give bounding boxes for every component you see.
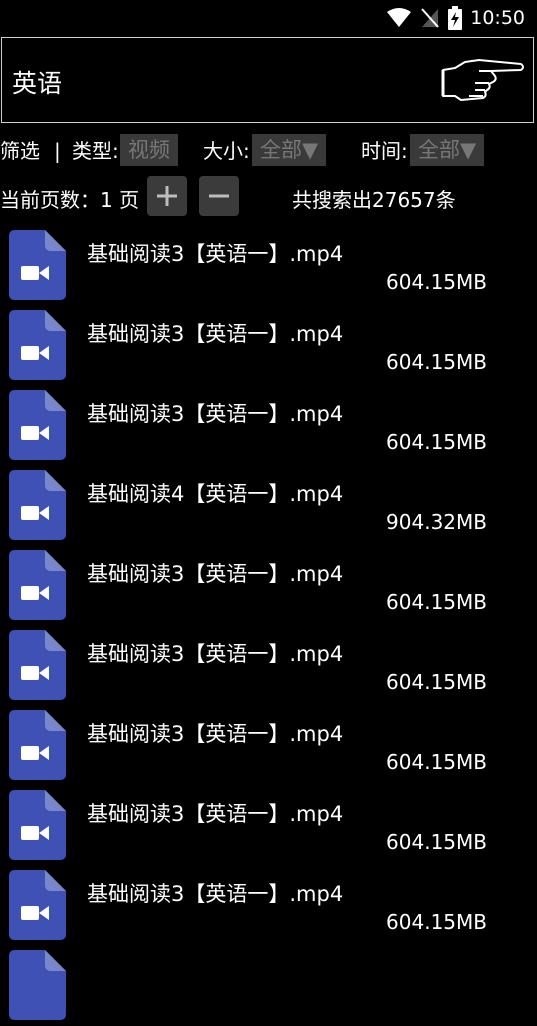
list-item[interactable]: 基础阅读3【英语一】.mp4 604.15MB xyxy=(0,546,537,626)
video-file-icon xyxy=(9,950,66,1020)
file-name: 基础阅读3【英语一】.mp4 xyxy=(87,402,344,426)
file-name: 基础阅读3【英语一】.mp4 xyxy=(87,242,344,266)
video-file-icon xyxy=(9,710,66,780)
list-item[interactable]: 基础阅读3【英语一】.mp4 604.15MB xyxy=(0,626,537,706)
search-query-text[interactable]: 英语 xyxy=(12,64,62,100)
pointing-hand-icon[interactable] xyxy=(439,56,525,104)
file-list: 基础阅读3【英语一】.mp4 604.15MB 基础阅读3【英语一】.mp4 6… xyxy=(0,226,537,1026)
current-page-label: 当前页数：1 页 xyxy=(0,188,140,212)
video-file-icon xyxy=(9,630,66,700)
file-name: 基础阅读3【英语一】.mp4 xyxy=(87,642,344,666)
file-name: 基础阅读3【英语一】.mp4 xyxy=(87,322,344,346)
file-size: 604.15MB xyxy=(386,430,487,454)
file-name: 基础阅读3【英语一】.mp4 xyxy=(87,802,344,826)
type-label: 类型: xyxy=(72,139,119,163)
video-file-icon xyxy=(9,310,66,380)
filter-label: 筛选 xyxy=(0,139,40,163)
size-label: 大小: xyxy=(203,139,250,163)
filter-row: 筛选 | 类型: 视频 大小: 全部▼ 时间: 全部▼ xyxy=(0,134,537,168)
file-size: 604.15MB xyxy=(386,350,487,374)
list-item[interactable] xyxy=(0,946,537,1026)
file-name: 基础阅读3【英语一】.mp4 xyxy=(87,882,344,906)
file-name: 基础阅读3【英语一】.mp4 xyxy=(87,562,344,586)
no-signal-icon xyxy=(421,8,439,28)
video-file-icon xyxy=(9,230,66,300)
list-item[interactable]: 基础阅读3【英语一】.mp4 604.15MB xyxy=(0,866,537,946)
list-item[interactable]: 基础阅读3【英语一】.mp4 604.15MB xyxy=(0,306,537,386)
prev-page-button[interactable] xyxy=(199,176,239,216)
list-item[interactable]: 基础阅读4【英语一】.mp4 904.32MB xyxy=(0,466,537,546)
type-dropdown[interactable]: 视频 xyxy=(120,134,178,166)
video-file-icon xyxy=(9,550,66,620)
list-item[interactable]: 基础阅读3【英语一】.mp4 604.15MB xyxy=(0,786,537,866)
file-name: 基础阅读4【英语一】.mp4 xyxy=(87,482,344,506)
filter-separator: | xyxy=(54,139,61,163)
file-size: 604.15MB xyxy=(386,670,487,694)
list-item[interactable]: 基础阅读3【英语一】.mp4 604.15MB xyxy=(0,226,537,306)
plus-icon xyxy=(157,186,177,206)
pager-row: 当前页数：1 页 共搜索出27657条 xyxy=(0,176,537,218)
file-size: 604.15MB xyxy=(386,910,487,934)
size-dropdown[interactable]: 全部▼ xyxy=(252,134,327,166)
next-page-button[interactable] xyxy=(147,176,187,216)
video-file-icon xyxy=(9,790,66,860)
file-name: 基础阅读3【英语一】.mp4 xyxy=(87,722,344,746)
file-size: 604.15MB xyxy=(386,830,487,854)
file-size: 904.32MB xyxy=(386,510,487,534)
total-results: 共搜索出27657条 xyxy=(292,188,456,212)
minus-icon xyxy=(209,194,229,198)
video-file-icon xyxy=(9,470,66,540)
wifi-icon xyxy=(387,8,412,27)
time-label: 时间: xyxy=(361,139,408,163)
status-time: 10:50 xyxy=(470,7,525,29)
list-item[interactable]: 基础阅读3【英语一】.mp4 604.15MB xyxy=(0,706,537,786)
list-item[interactable]: 基础阅读3【英语一】.mp4 604.15MB xyxy=(0,386,537,466)
search-bar[interactable]: 英语 xyxy=(1,37,534,123)
battery-charging-icon xyxy=(448,6,463,30)
file-size: 604.15MB xyxy=(386,590,487,614)
video-file-icon xyxy=(9,390,66,460)
file-size: 604.15MB xyxy=(386,750,487,774)
file-size: 604.15MB xyxy=(386,270,487,294)
status-bar: 10:50 xyxy=(0,0,537,36)
video-file-icon xyxy=(9,870,66,940)
time-dropdown[interactable]: 全部▼ xyxy=(410,134,485,166)
